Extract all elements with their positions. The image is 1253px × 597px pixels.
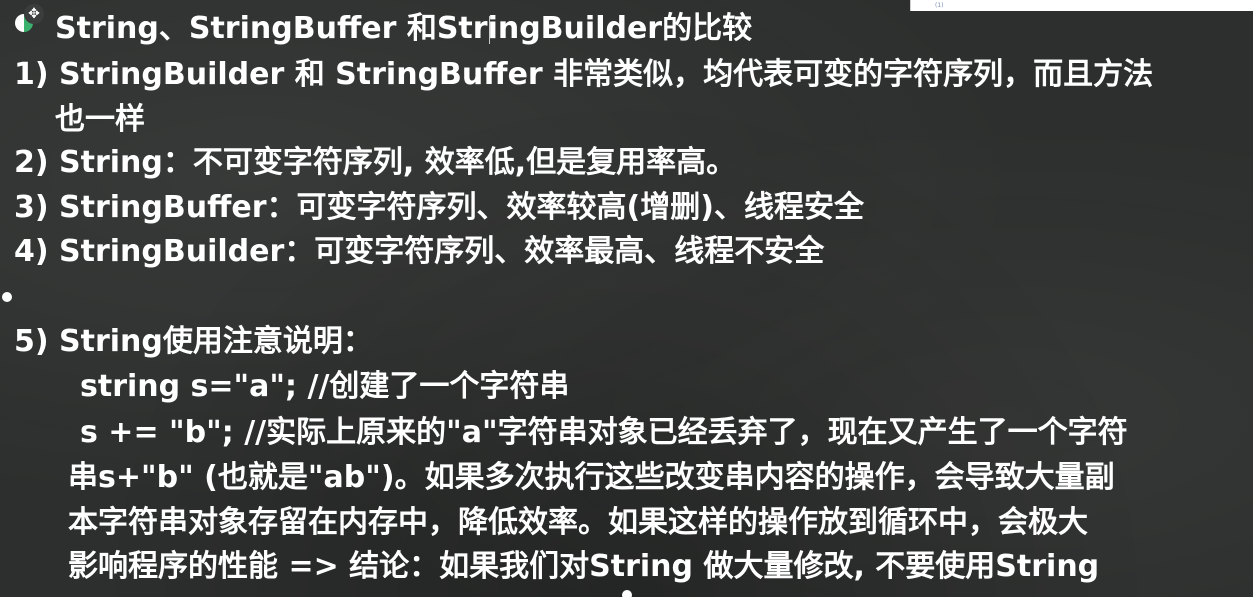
- code-line-2: s += "b"; //实际上原来的"a"字符串对象已经丢弃了，现在又产生了一个…: [80, 415, 1128, 450]
- slide-dot-bottom: [622, 590, 632, 597]
- point-3: 3) StringBuffer：可变字符序列、效率较高(增删)、线程安全: [14, 190, 864, 225]
- slide-dot-left: [2, 292, 12, 302]
- explanation-line-2: 本字符串对象存留在内存中，降低效率。如果这样的操作放到循环中，会极大: [68, 505, 1088, 540]
- code-line-1: string s="a"; //创建了一个字符串: [80, 369, 570, 404]
- point-5-heading: 5) String使用注意说明：: [14, 324, 373, 359]
- slide-title: String、StringBuffer 和StringBuilder的比较: [55, 11, 753, 46]
- point-4: 4) StringBuilder：可变字符序列、效率最高、线程不安全: [14, 234, 825, 269]
- point-2: 2) String：不可变字符序列, 效率低,但是复用率高。: [14, 145, 737, 180]
- top-right-panel: (1): [910, 0, 1253, 11]
- point-1-line-2: 也一样: [55, 102, 145, 137]
- explanation-line-1: 串s+"b" (也就是"ab")。如果多次执行这些改变串内容的操作，会导致大量副: [68, 460, 1115, 495]
- panel-mark: (1): [935, 2, 944, 9]
- text-caret: [489, 16, 490, 44]
- move-cursor-icon[interactable]: ✥: [24, 4, 44, 24]
- chalkboard-slide: (1) ✥ String、StringBuffer 和StringBuilder…: [0, 0, 1253, 597]
- explanation-line-3: 影响程序的性能 => 结论：如果我们对String 做大量修改, 不要使用Str…: [68, 549, 1100, 584]
- point-1-line-1: 1) StringBuilder 和 StringBuffer 非常类似，均代表…: [14, 57, 1154, 92]
